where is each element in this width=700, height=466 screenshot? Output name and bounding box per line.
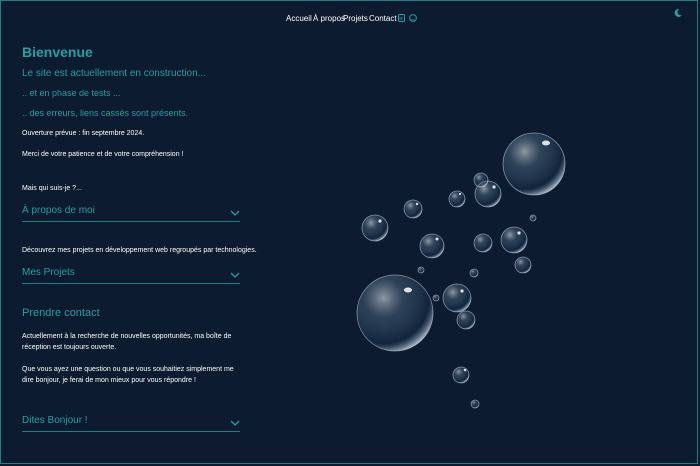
bubbles-illustration: [356, 132, 566, 409]
